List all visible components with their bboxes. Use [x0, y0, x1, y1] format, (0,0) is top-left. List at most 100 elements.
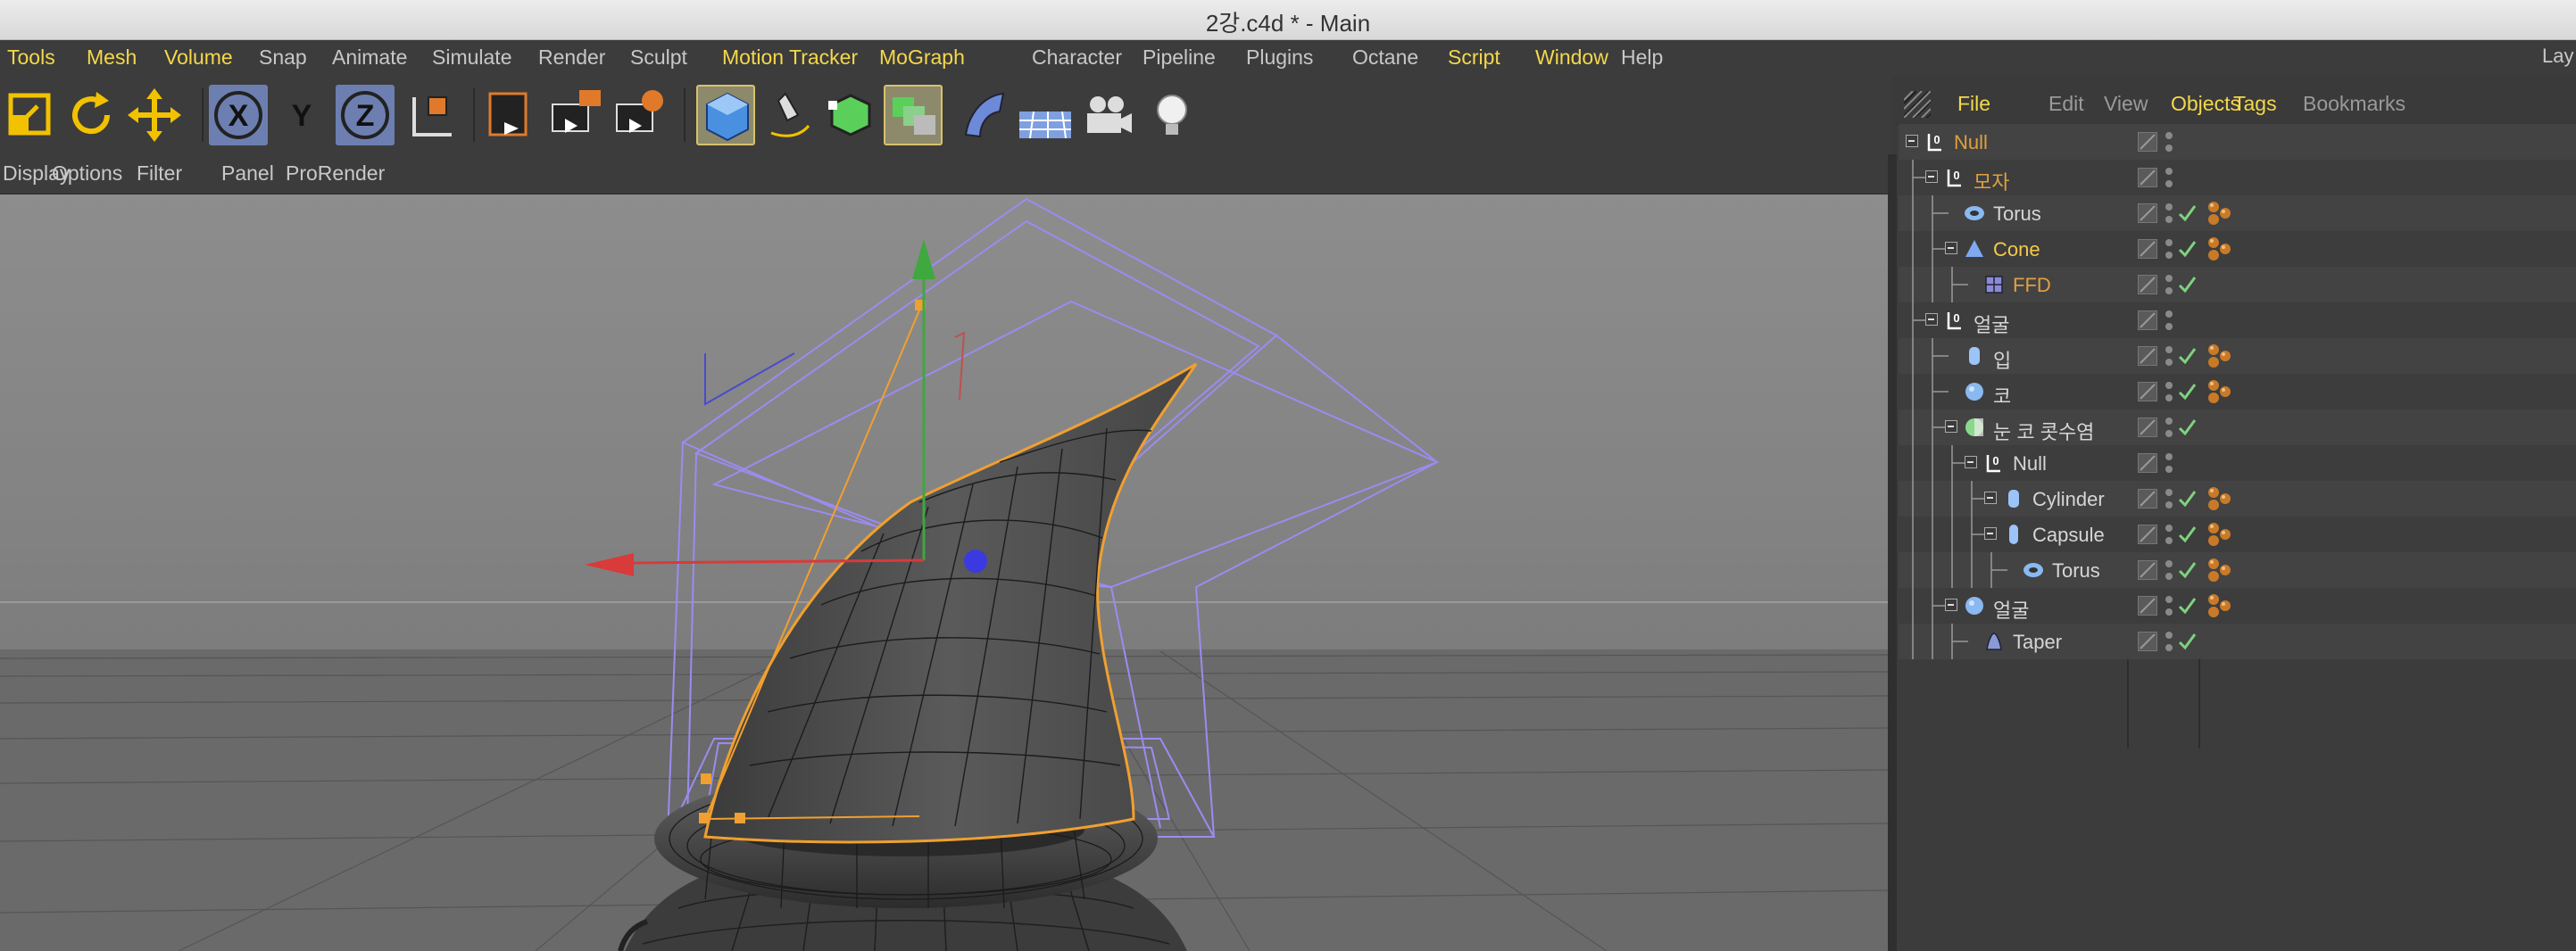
object-row-ffd-4[interactable]: FFD — [1899, 267, 2576, 302]
visibility-toggle[interactable] — [2165, 165, 2173, 190]
object-name[interactable]: 얼굴 — [1974, 310, 2009, 338]
object-name[interactable]: 코 — [1993, 381, 2011, 409]
layer-icon[interactable] — [2138, 203, 2157, 223]
enabled-check-icon[interactable] — [2177, 631, 2197, 652]
object-row--6[interactable]: 입 — [1899, 338, 2576, 374]
enabled-check-icon[interactable] — [2177, 381, 2197, 402]
object-row-null-0[interactable]: 0 Null — [1899, 124, 2576, 160]
object-row-null-9[interactable]: 0 Null — [1899, 445, 2576, 481]
panel-tab-edit[interactable]: Edit — [2048, 92, 2084, 116]
menu-mesh[interactable]: Mesh — [87, 45, 137, 70]
object-row--8[interactable]: 눈 코 콧수염 — [1899, 409, 2576, 445]
visibility-toggle[interactable] — [2165, 236, 2173, 261]
visibility-toggle[interactable] — [2165, 272, 2173, 297]
visibility-toggle[interactable] — [2165, 379, 2173, 404]
viewport-menu-options[interactable]: Options — [52, 161, 122, 186]
layer-icon[interactable] — [2138, 168, 2157, 187]
visibility-toggle[interactable] — [2165, 343, 2173, 368]
menu-render[interactable]: Render — [538, 45, 605, 70]
menu-motion-tracker[interactable]: Motion Tracker — [722, 45, 858, 70]
enabled-check-icon[interactable] — [2177, 488, 2197, 509]
object-name[interactable]: Cone — [1993, 238, 2040, 261]
material-tag-icon[interactable] — [2206, 378, 2232, 405]
menu-window[interactable]: Window — [1535, 45, 1608, 70]
object-name[interactable]: 얼굴 — [1993, 595, 2029, 624]
expand-toggle[interactable] — [1965, 456, 1977, 468]
object-name[interactable]: 입 — [1993, 345, 2011, 374]
enabled-check-icon[interactable] — [2177, 345, 2197, 367]
object-name[interactable]: Null — [2013, 452, 2047, 476]
menu-octane[interactable]: Octane — [1352, 45, 1418, 70]
toolbar-move-button[interactable] — [125, 85, 184, 145]
menu-animate[interactable]: Animate — [332, 45, 407, 70]
menu-plugins[interactable]: Plugins — [1246, 45, 1313, 70]
visibility-toggle[interactable] — [2165, 201, 2173, 226]
object-row-capsule-11[interactable]: Capsule — [1899, 517, 2576, 552]
menu-snap[interactable]: Snap — [259, 45, 307, 70]
visibility-toggle[interactable] — [2165, 593, 2173, 618]
toolbar-light-button[interactable] — [1143, 85, 1201, 145]
object-row--7[interactable]: 코 — [1899, 374, 2576, 409]
toolbar-render-view-button[interactable] — [485, 85, 544, 145]
expand-toggle[interactable] — [1945, 242, 1957, 254]
object-row-cylinder-10[interactable]: Cylinder — [1899, 481, 2576, 517]
menu-help[interactable]: Help — [1621, 45, 1663, 70]
toolbar-render-picture-viewer-button[interactable] — [547, 85, 606, 145]
toolbar-camera-button[interactable] — [1078, 85, 1137, 145]
layer-icon[interactable] — [2138, 418, 2157, 437]
object-row--1[interactable]: 0 모자 — [1899, 160, 2576, 195]
toolbar-scale-button[interactable] — [2, 85, 61, 145]
layer-icon[interactable] — [2138, 310, 2157, 330]
menu-tools[interactable]: Tools — [7, 45, 55, 70]
viewport-menu-prorender[interactable]: ProRender — [286, 161, 385, 186]
object-name[interactable]: Null — [1954, 131, 1988, 154]
object-name[interactable]: Torus — [2052, 559, 2100, 583]
menu-mograph[interactable]: MoGraph — [879, 45, 965, 70]
object-row-torus-2[interactable]: Torus — [1899, 195, 2576, 231]
material-tag-icon[interactable] — [2206, 236, 2232, 262]
expand-toggle[interactable] — [1984, 492, 1997, 504]
panel-tab-tags[interactable]: Tags — [2233, 92, 2277, 116]
menu-sculpt[interactable]: Sculpt — [630, 45, 687, 70]
expand-toggle[interactable] — [1925, 313, 1938, 326]
panel-tab-view[interactable]: View — [2104, 92, 2148, 116]
layer-icon[interactable] — [2138, 632, 2157, 651]
panel-tab-objects[interactable]: Objects — [2171, 92, 2240, 116]
toolbar-rotate-button[interactable] — [62, 85, 121, 145]
enabled-check-icon[interactable] — [2177, 203, 2197, 224]
layer-icon[interactable] — [2138, 453, 2157, 473]
expand-toggle[interactable] — [1945, 420, 1957, 433]
object-name[interactable]: 모자 — [1974, 167, 2009, 195]
object-name[interactable]: Capsule — [2032, 524, 2105, 547]
toolbar-y-axis-button[interactable]: Y — [272, 85, 331, 145]
viewport-scene[interactable] — [0, 194, 1888, 951]
object-name[interactable]: Taper — [2013, 631, 2062, 654]
object-name[interactable]: Torus — [1993, 203, 2041, 226]
toolbar-x-axis-button[interactable]: X — [209, 85, 268, 145]
menu-volume[interactable]: Volume — [164, 45, 233, 70]
enabled-check-icon[interactable] — [2177, 595, 2197, 616]
layout-label[interactable]: Lay — [2542, 45, 2573, 68]
menu-pipeline[interactable]: Pipeline — [1143, 45, 1216, 70]
expand-toggle[interactable] — [1925, 170, 1938, 183]
expand-toggle[interactable] — [1984, 527, 1997, 540]
object-row-taper-14[interactable]: Taper — [1899, 624, 2576, 659]
object-name[interactable]: 눈 코 콧수염 — [1993, 417, 2094, 445]
viewport-menu-filter[interactable]: Filter — [137, 161, 182, 186]
enabled-check-icon[interactable] — [2177, 559, 2197, 581]
object-row-cone-3[interactable]: Cone — [1899, 231, 2576, 267]
layer-icon[interactable] — [2138, 346, 2157, 366]
object-row--13[interactable]: 얼굴 — [1899, 588, 2576, 624]
visibility-toggle[interactable] — [2165, 415, 2173, 440]
toolbar-deformer-button[interactable] — [953, 85, 1012, 145]
toolbar-z-axis-button[interactable]: Z — [336, 85, 395, 145]
object-row-torus-12[interactable]: Torus — [1899, 552, 2576, 588]
object-row--5[interactable]: 0 얼굴 — [1899, 302, 2576, 338]
material-tag-icon[interactable] — [2206, 343, 2232, 369]
material-tag-icon[interactable] — [2206, 557, 2232, 583]
toolbar-coordinate-system-button[interactable] — [402, 85, 461, 145]
menu-character[interactable]: Character — [1032, 45, 1122, 70]
layer-icon[interactable] — [2138, 489, 2157, 509]
visibility-toggle[interactable] — [2165, 629, 2173, 654]
visibility-toggle[interactable] — [2165, 522, 2173, 547]
